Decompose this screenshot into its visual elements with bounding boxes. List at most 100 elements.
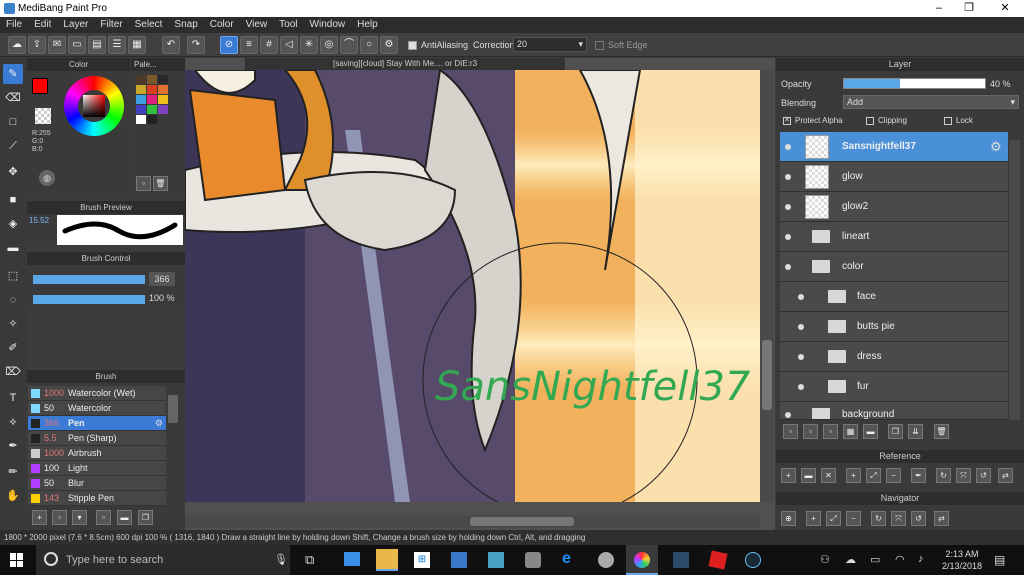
reference-zoom-out-icon[interactable]: − [886, 468, 901, 483]
menu-snap[interactable]: Snap [168, 17, 203, 33]
snap-settings-icon[interactable]: ⚙ [380, 36, 398, 54]
eraser-tool-icon[interactable]: ⌫ [3, 88, 23, 108]
navigator-zoom-icon[interactable]: ⊕ [781, 511, 796, 526]
reference-rotate-icon[interactable]: ↻ [936, 468, 951, 483]
brush-item[interactable]: 1000 Airbrush [28, 446, 166, 461]
new-tone-layer-icon[interactable]: ▦ [843, 424, 858, 439]
menu-window[interactable]: Window [304, 17, 352, 33]
canvas-tab[interactable]: [saving][cloud] Stay With Me.... or DIE:… [245, 58, 565, 70]
wifi-icon[interactable]: ◠ [895, 553, 905, 566]
menu-help[interactable]: Help [351, 17, 384, 33]
navigator-reset-icon[interactable]: ⤧ [891, 511, 906, 526]
circle-snap-icon[interactable]: ◎ [320, 36, 338, 54]
layer-row[interactable]: glow [780, 162, 1008, 192]
battery-icon[interactable]: ▭ [870, 553, 880, 566]
roblox-icon[interactable] [708, 550, 728, 570]
navigator-zoom-in-icon[interactable]: + [806, 511, 821, 526]
protect-alpha-checkbox[interactable]: ✕ [783, 117, 791, 125]
onedrive-icon[interactable]: ☁ [845, 553, 856, 566]
volume-icon[interactable]: ♪ [918, 553, 924, 565]
navigator-rotate-icon[interactable]: ↻ [871, 511, 886, 526]
navigator-fit-icon[interactable]: ⤢ [826, 511, 841, 526]
brush-item[interactable]: 143 Stipple Pen [28, 491, 166, 506]
brush-size-slider[interactable] [33, 275, 145, 284]
layer-folder-row[interactable]: dress [780, 342, 1008, 372]
navigator-zoom-out-icon[interactable]: − [846, 511, 861, 526]
brush-item[interactable]: 50 Watercolor [28, 401, 166, 416]
eye-icon[interactable] [785, 234, 791, 240]
layer-row[interactable]: glow2 [780, 192, 1008, 222]
brush-item[interactable]: 1000 Watercolor (Wet) [28, 386, 166, 401]
new-folder-icon[interactable]: ▬ [863, 424, 878, 439]
brush-item[interactable]: 50 Blur [28, 476, 166, 491]
navigator-rotate-right-icon[interactable]: ↺ [911, 511, 926, 526]
medibang-taskbar-button[interactable] [626, 545, 658, 575]
brush-size-value[interactable]: 366 [149, 272, 175, 286]
ms-store-icon[interactable]: ⊞ [414, 552, 430, 568]
eye-icon[interactable] [785, 174, 791, 180]
cross-snap-icon[interactable]: # [260, 36, 278, 54]
task-view-icon[interactable]: ⧉ [305, 552, 314, 568]
correction-select[interactable]: 20 ▾ [513, 37, 587, 52]
opacity-slider[interactable] [843, 78, 986, 89]
eyedropper-icon[interactable]: ✒ [3, 436, 23, 456]
reference-add-icon[interactable]: + [781, 468, 796, 483]
delete-palette-icon[interactable]: 🗑 [153, 176, 168, 191]
reference-flip-icon[interactable]: ⇄ [998, 468, 1013, 483]
microphone-icon[interactable]: 🎙 [274, 553, 288, 566]
brush-menu-icon[interactable]: ▾ [72, 510, 87, 525]
antialiasing-checkbox[interactable] [408, 41, 417, 50]
canvas-horizontal-scrollbar[interactable] [185, 515, 760, 528]
shape-tool-icon[interactable]: ■ [3, 190, 23, 210]
brush-item[interactable]: 100 Light [28, 461, 166, 476]
brush-item-selected[interactable]: 366 Pen ⚙ [28, 416, 166, 431]
brush-copy-icon[interactable]: ❐ [138, 510, 153, 525]
menu-select[interactable]: Select [129, 17, 169, 33]
horizontal-scroll-thumb[interactable] [470, 517, 574, 526]
select-tool-icon[interactable]: ⬚ [3, 266, 23, 286]
fill-tool-icon[interactable]: ◈ [3, 214, 23, 234]
magic-wand-icon[interactable]: ✧ [3, 314, 23, 334]
app-icon-generic[interactable] [673, 552, 689, 568]
layer-settings-gear-icon[interactable]: ⚙ [990, 139, 1002, 155]
eye-icon[interactable] [785, 204, 791, 210]
menu-edit[interactable]: Edit [28, 17, 57, 33]
blending-select[interactable]: Add ▾ [843, 95, 1019, 109]
menu-tool[interactable]: Tool [273, 17, 303, 33]
notification-icon[interactable]: ▤ [994, 553, 1005, 567]
brush-file-icon[interactable]: ▫ [96, 510, 111, 525]
eye-icon[interactable] [798, 354, 804, 360]
brush-item[interactable]: 5.5 Pen (Sharp) [28, 431, 166, 446]
layer-folder-row[interactable]: fur [780, 372, 1008, 402]
merge-layer-icon[interactable]: ⇊ [908, 424, 923, 439]
brush-folder-icon[interactable]: ▬ [117, 510, 132, 525]
eye-icon[interactable] [798, 384, 804, 390]
pen-tool-icon[interactable]: ✏ [3, 462, 23, 482]
eye-icon[interactable] [785, 144, 791, 150]
window-icon[interactable]: ▭ [68, 36, 86, 54]
hand-tool-icon[interactable]: ✋ [3, 486, 23, 506]
new-1bit-layer-icon[interactable]: ▫ [823, 424, 838, 439]
drawing-canvas[interactable]: SansNightfell37 [185, 70, 760, 502]
menu-filter[interactable]: Filter [94, 17, 128, 33]
primary-color-swatch[interactable] [32, 78, 48, 94]
menu-layer[interactable]: Layer [57, 17, 94, 33]
divide-tool-icon[interactable]: ⟡ [3, 412, 23, 432]
brush-tool-icon[interactable]: ✎ [3, 64, 23, 84]
reference-reset-icon[interactable]: ⤧ [956, 468, 971, 483]
color-wheel[interactable] [64, 76, 124, 136]
cloud-icon[interactable]: ☁ [8, 36, 26, 54]
palette-swatches[interactable] [136, 75, 168, 124]
navigator-flip-icon[interactable]: ⇄ [934, 511, 949, 526]
windows-start-icon[interactable] [10, 553, 24, 567]
new-brush-icon[interactable]: ▫ [52, 510, 67, 525]
store-app-icon[interactable] [344, 552, 360, 566]
menu-view[interactable]: View [240, 17, 274, 33]
eye-icon[interactable] [785, 264, 791, 270]
reference-close-icon[interactable]: ✕ [821, 468, 836, 483]
soft-edge-checkbox[interactable] [595, 41, 604, 50]
layer-scrollbar[interactable] [1009, 140, 1020, 420]
list-icon[interactable]: ☰ [108, 36, 126, 54]
clipping-checkbox[interactable] [866, 117, 874, 125]
brush-list-scrollbar[interactable] [168, 395, 178, 423]
